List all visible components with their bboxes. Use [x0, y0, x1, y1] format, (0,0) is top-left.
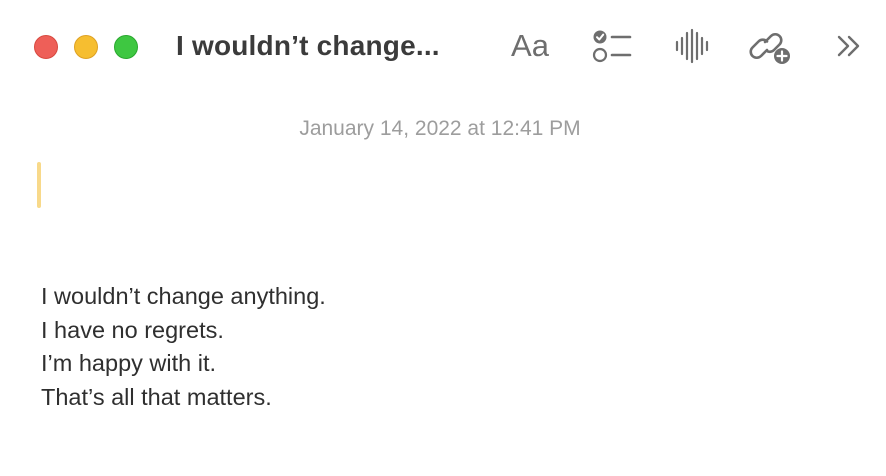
- window-title: I wouldn’t change...: [176, 30, 440, 61]
- collaborate-button[interactable]: [748, 26, 794, 66]
- close-window-button[interactable]: [34, 35, 58, 59]
- note-date: January 14, 2022 at 12:41 PM: [299, 117, 581, 140]
- notes-window: I wouldn’t change... Aa January 14, 2022…: [0, 0, 886, 476]
- note-line: That’s all that matters.: [41, 383, 272, 410]
- minimize-window-button[interactable]: [74, 35, 98, 59]
- checklist-icon: [592, 30, 632, 63]
- audio-button[interactable]: [672, 26, 712, 66]
- audio-waveform-icon: [675, 28, 709, 64]
- text-caret: [37, 162, 41, 208]
- note-body[interactable]: I wouldn’t change anything. I have no re…: [41, 280, 326, 414]
- more-toolbar-items-button[interactable]: [832, 26, 866, 66]
- checklist-button[interactable]: [590, 26, 636, 66]
- note-line: I’m happy with it.: [41, 350, 217, 376]
- toolbar: I wouldn’t change... Aa: [0, 0, 886, 92]
- note-line: I have no regrets.: [41, 316, 224, 343]
- note-line: I wouldn’t change anything.: [41, 283, 326, 309]
- chevron-double-right-icon: [837, 35, 860, 57]
- format-text-icon: Aa: [511, 28, 549, 63]
- zoom-window-button[interactable]: [114, 35, 138, 59]
- collaborate-link-icon: [749, 33, 790, 64]
- format-button[interactable]: Aa: [506, 26, 554, 66]
